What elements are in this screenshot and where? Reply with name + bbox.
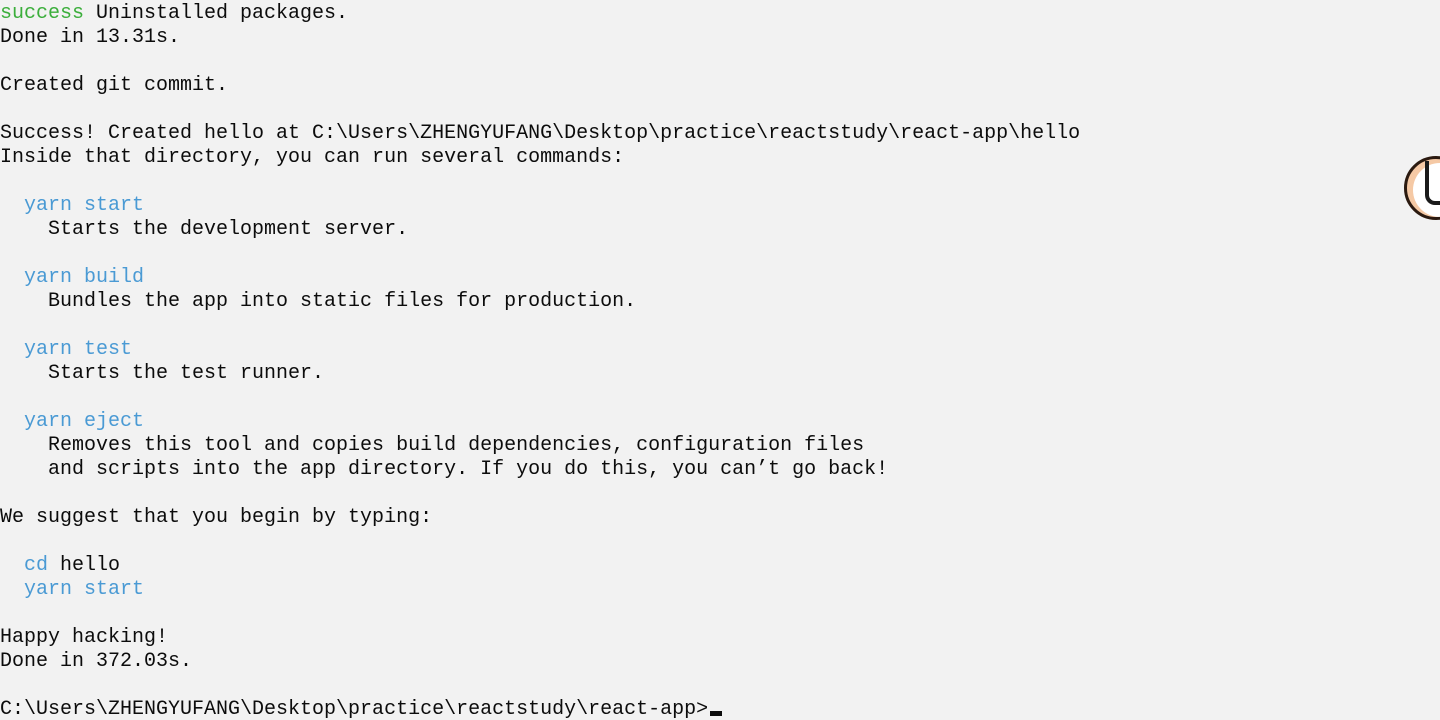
terminal-line: Done in 372.03s. <box>0 650 192 674</box>
terminal-window[interactable]: success Uninstalled packages. Done in 13.… <box>0 0 1440 720</box>
terminal-line: Done in 13.31s. <box>0 26 180 50</box>
command-text: yarn start <box>24 194 145 217</box>
terminal-line: Removes this tool and copies build depen… <box>0 434 864 458</box>
terminal-line: Bundles the app into static files for pr… <box>0 290 636 314</box>
terminal-line: Happy hacking! <box>0 626 168 650</box>
command-argument: hello <box>48 554 121 577</box>
terminal-line: yarn start <box>0 194 144 218</box>
terminal-line: cd hello <box>0 554 120 578</box>
line-text: and scripts into the app directory. If y… <box>0 458 889 481</box>
terminal-line: success Uninstalled packages. <box>0 2 348 26</box>
line-text: Success! Created hello at C:\Users\ZHENG… <box>0 122 1081 145</box>
terminal-line: Created git commit. <box>0 74 228 98</box>
command-text: yarn build <box>24 266 145 289</box>
terminal-line: and scripts into the app directory. If y… <box>0 458 888 482</box>
terminal-line: Starts the development server. <box>0 218 408 242</box>
line-text: Uninstalled packages. <box>84 2 349 25</box>
command-text: yarn eject <box>24 410 145 433</box>
terminal-line: Success! Created hello at C:\Users\ZHENG… <box>0 122 1080 146</box>
terminal-prompt-line[interactable]: C:\Users\ZHENGYUFANG\Desktop\practice\re… <box>0 698 723 720</box>
line-text: Starts the test runner. <box>0 362 325 385</box>
terminal-line: Inside that directory, you can run sever… <box>0 146 624 170</box>
line-text: Bundles the app into static files for pr… <box>0 290 637 313</box>
terminal-line: Starts the test runner. <box>0 362 324 386</box>
terminal-prompt: C:\Users\ZHENGYUFANG\Desktop\practice\re… <box>0 698 709 720</box>
line-text: Done in 13.31s. <box>0 26 181 49</box>
floating-assistant-icon[interactable] <box>1404 156 1440 220</box>
line-text: We suggest that you begin by typing: <box>0 506 433 529</box>
floating-assistant-glyph <box>1425 161 1440 205</box>
terminal-line: yarn start <box>0 578 144 602</box>
terminal-line: yarn eject <box>0 410 144 434</box>
line-text: Happy hacking! <box>0 626 169 649</box>
line-text: Inside that directory, you can run sever… <box>0 146 625 169</box>
line-text: Created git commit. <box>0 74 229 97</box>
line-text: Done in 372.03s. <box>0 650 193 673</box>
command-text: cd <box>24 554 49 577</box>
terminal-line: yarn build <box>0 266 144 290</box>
command-text: yarn test <box>24 338 133 361</box>
status-success-label: success <box>0 2 85 25</box>
command-text: yarn start <box>24 578 145 601</box>
line-text: Removes this tool and copies build depen… <box>0 434 865 457</box>
line-text: Starts the development server. <box>0 218 409 241</box>
terminal-line: yarn test <box>0 338 132 362</box>
text-cursor <box>710 711 723 716</box>
terminal-line: We suggest that you begin by typing: <box>0 506 432 530</box>
